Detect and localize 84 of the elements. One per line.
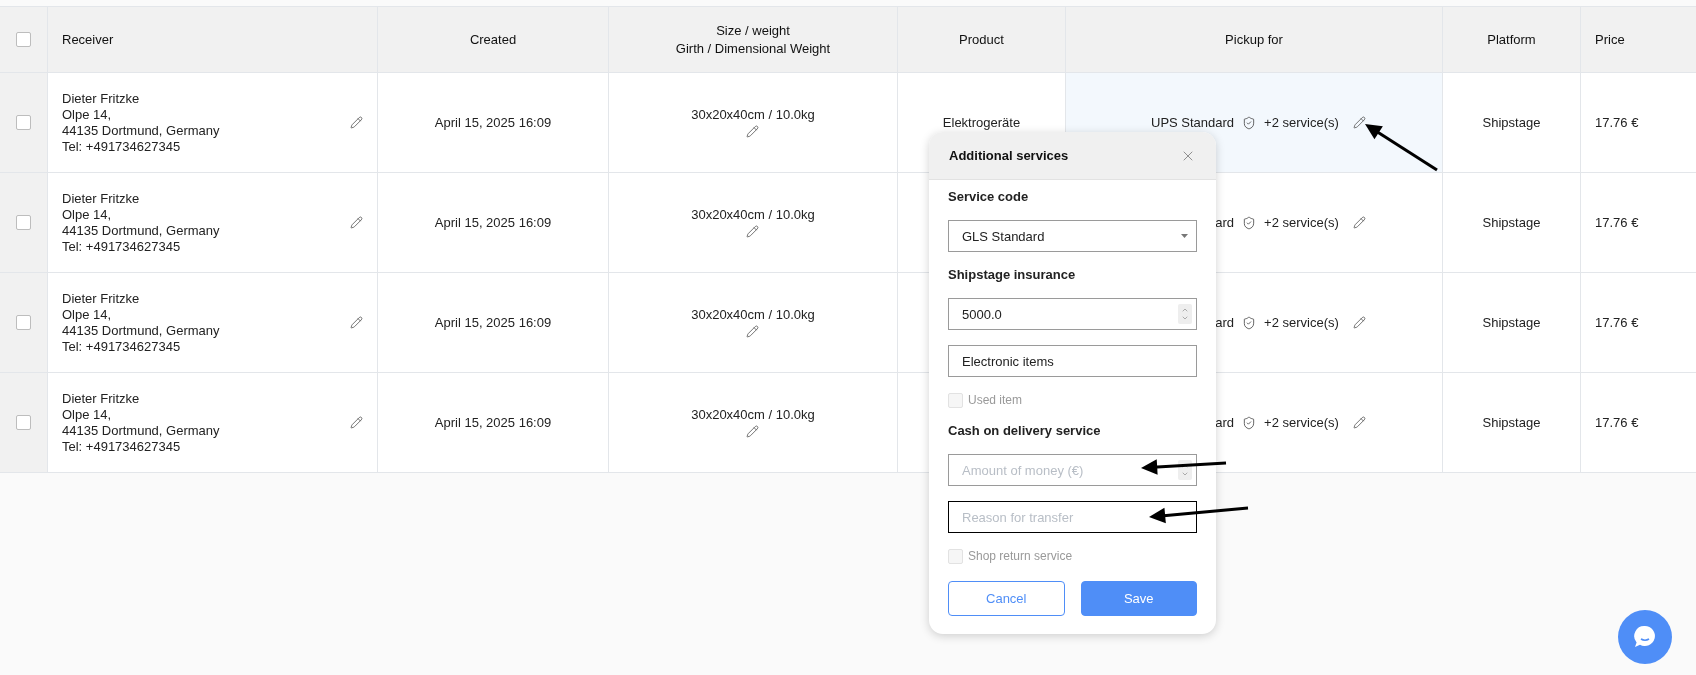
column-header: Receiver [62,31,114,48]
created-date: April 15, 2025 16:09 [434,314,552,331]
shield-check-icon [1242,215,1257,230]
receiver-line: Tel: +491734627345 [62,238,182,255]
edit-icon[interactable] [746,125,760,138]
column-header: Product [959,31,1004,48]
receiver-line: Tel: +491734627345 [62,438,182,455]
size-weight: 30x20x40cm / 10.0kg [691,107,815,123]
dialog-title: Additional services [949,148,1069,163]
shield-check-icon [1242,315,1257,330]
section-label: Service code [948,189,1030,205]
services-count: +2 service(s) [1264,414,1339,431]
services-count: +2 service(s) [1264,214,1339,231]
price: 17.76 € [1595,114,1639,131]
column-header: Created [469,31,517,48]
shield-check-icon [1242,415,1257,430]
receiver-line: Dieter Fritzke [62,90,141,107]
column-header: Platform [1487,31,1536,48]
receiver-line: 44135 Dortmund, Germany [62,122,221,139]
services-count: +2 service(s) [1264,114,1339,131]
size-weight: 30x20x40cm / 10.0kg [691,307,815,323]
receiver-line: Tel: +491734627345 [62,338,182,355]
price: 17.76 € [1595,414,1639,431]
number-field[interactable]: Amount of money (€) [948,454,1197,486]
input-field[interactable]: Electronic items [948,345,1197,377]
created-date: April 15, 2025 16:09 [434,214,552,231]
column-header: Girth / Dimensional Weight [675,40,831,57]
edit-icon[interactable] [350,316,363,329]
created-date: April 15, 2025 16:09 [434,114,552,131]
platform-name: Shipstage [1482,114,1541,131]
service-name: UPS Standard [1150,114,1235,131]
receiver-line: Olpe 14, [62,106,113,123]
edit-icon[interactable] [350,216,363,229]
service-name: ard [1214,214,1235,231]
edit-icon[interactable] [746,425,760,438]
number-field[interactable]: 5000.0 [948,298,1197,330]
receiver-line: Olpe 14, [62,206,113,223]
service-name: ard [1214,314,1235,331]
edit-icon[interactable] [1352,216,1366,229]
size-weight: 30x20x40cm / 10.0kg [691,207,815,223]
edit-icon[interactable] [1352,416,1366,429]
platform-name: Shipstage [1482,214,1541,231]
checkbox[interactable] [16,32,31,47]
receiver-line: 44135 Dortmund, Germany [62,322,221,339]
edit-icon[interactable] [746,225,760,238]
checkbox[interactable] [16,115,31,130]
receiver-line: 44135 Dortmund, Germany [62,422,221,439]
column-header: Price [1595,31,1625,48]
platform-name: Shipstage [1482,414,1541,431]
edit-icon[interactable] [746,325,760,338]
edit-icon[interactable] [350,416,363,429]
shield-check-icon [1242,115,1257,130]
checkbox-label: Used item [968,393,1023,407]
receiver-line: Olpe 14, [62,306,113,323]
price: 17.76 € [1595,214,1639,231]
section-label: Cash on delivery service [948,423,1102,439]
size-weight: 30x20x40cm / 10.0kg [691,407,815,423]
caret-icon [1181,234,1188,238]
service-name: ard [1214,414,1235,431]
chat-bubble-icon [1632,624,1658,650]
price: 17.76 € [1595,314,1639,331]
receiver-line: Dieter Fritzke [62,390,141,407]
receiver-line: Dieter Fritzke [62,190,141,207]
chat-button[interactable] [1618,610,1672,664]
input-field[interactable]: Reason for transfer [948,501,1197,533]
created-date: April 15, 2025 16:09 [434,414,552,431]
edit-icon[interactable] [1352,316,1366,329]
receiver-line: Dieter Fritzke [62,290,141,307]
column-header: Size / weight [716,22,790,39]
services-count: +2 service(s) [1264,314,1339,331]
section-label: Shipstage insurance [948,267,1077,283]
edit-icon[interactable] [350,116,363,129]
edit-icon[interactable] [1352,116,1366,129]
product-name: Elektrogeräte [942,114,1021,131]
receiver-line: 44135 Dortmund, Germany [62,222,221,239]
service-select[interactable]: GLS Standard [948,220,1197,252]
column-header: Pickup for [1225,31,1283,48]
checkbox[interactable] [16,315,31,330]
checkbox[interactable] [16,215,31,230]
checkbox[interactable] [16,415,31,430]
platform-name: Shipstage [1482,314,1541,331]
receiver-line: Olpe 14, [62,406,113,423]
receiver-line: Tel: +491734627345 [62,138,182,155]
checkbox-label: Shop return service [968,549,1073,563]
